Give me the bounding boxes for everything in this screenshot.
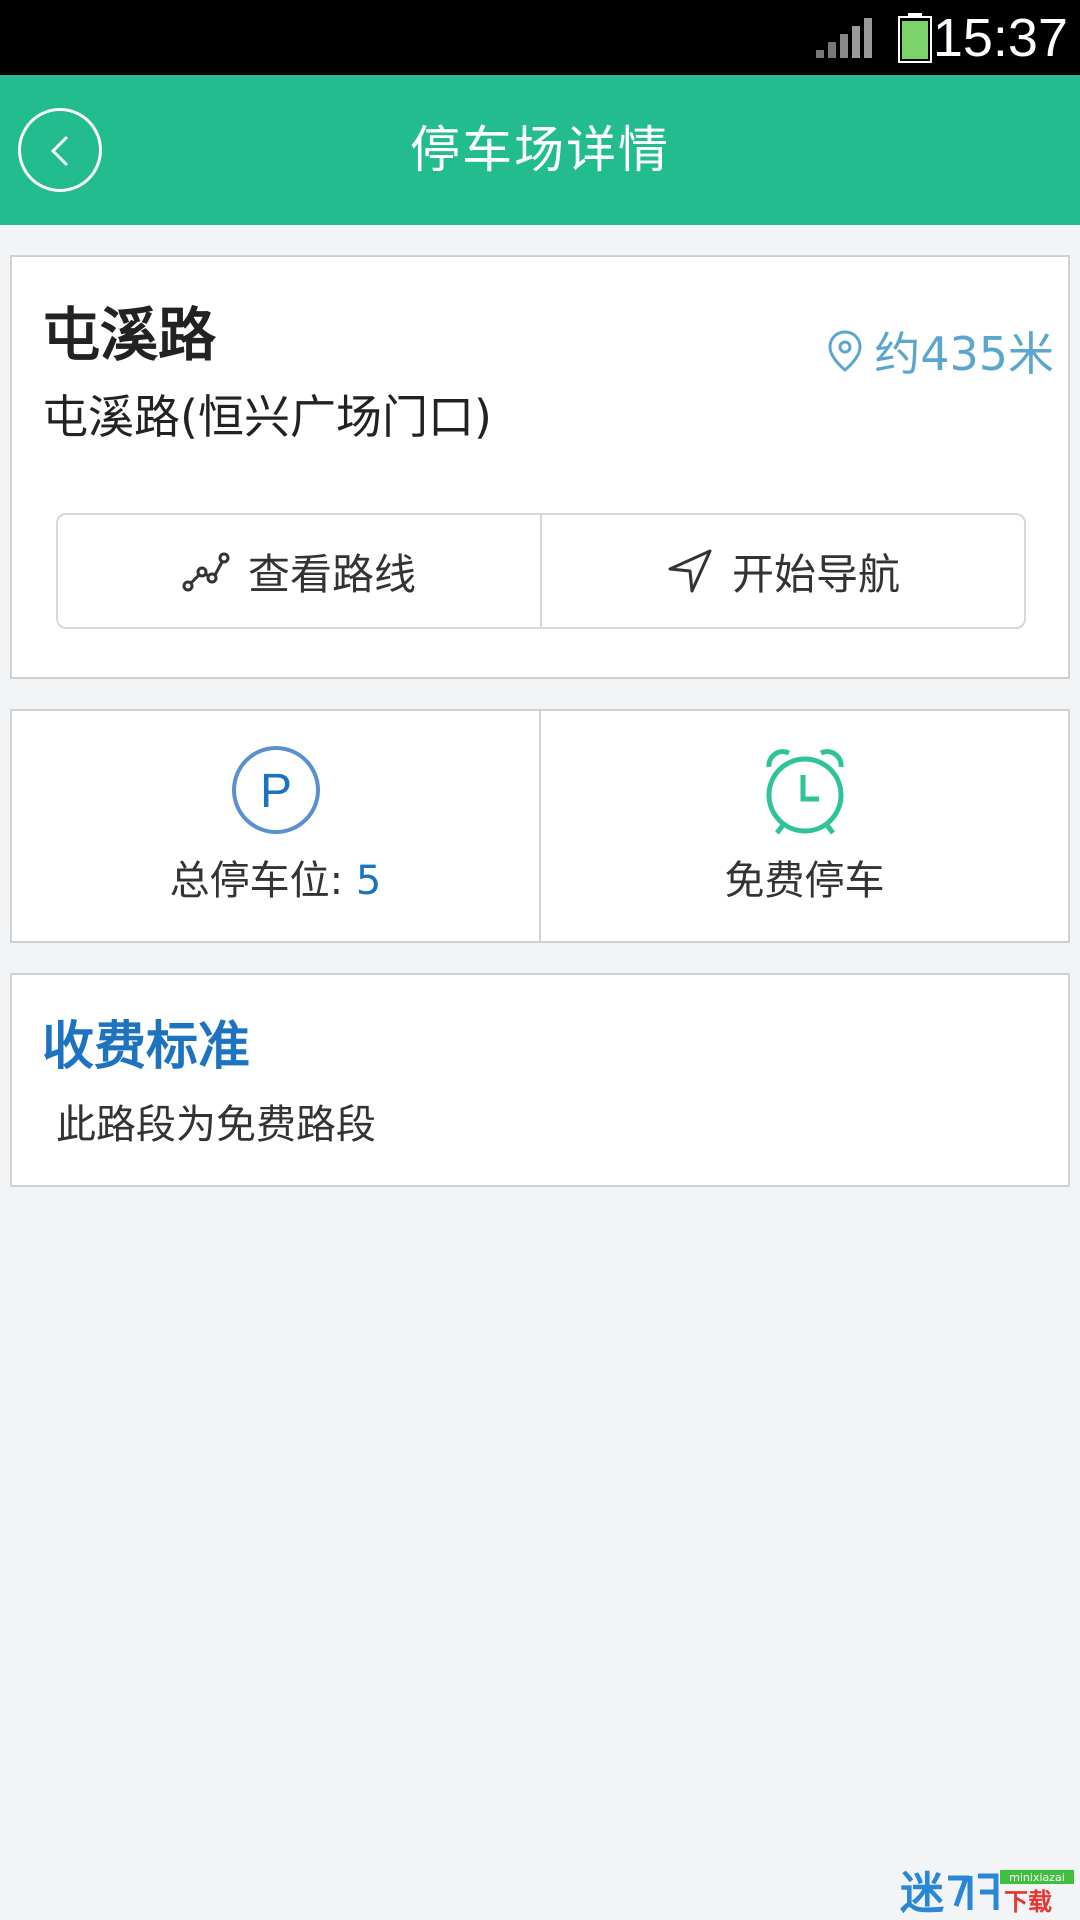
page-title: 停车场详情 [410, 121, 670, 179]
start-navigation-button[interactable]: 开始导航 [542, 515, 1024, 627]
parking-icon-letter: P [259, 765, 291, 818]
watermark-logo: 迷 minixiazai 下载 [900, 1868, 1074, 1916]
total-spaces-stat: P 总停车位: 5 [12, 711, 539, 941]
fee-title: 收费标准 [42, 1017, 251, 1077]
parking-info-card: 屯溪路 屯溪路(恒兴广场门口) 约435米 查看路线 开始导航 [10, 255, 1070, 679]
parking-stats-card: P 总停车位: 5 免费停车 [10, 709, 1070, 943]
app-bar: 停车场详情 [0, 75, 1080, 225]
svg-text:下载: 下载 [1004, 1888, 1052, 1916]
view-route-label: 查看路线 [247, 549, 416, 599]
distance-badge: 约435米 [828, 319, 1054, 383]
start-navigation-label: 开始导航 [731, 549, 900, 599]
battery-icon [898, 13, 932, 63]
alarm-clock-icon [765, 749, 844, 835]
status-bar: 15:37 [0, 0, 1080, 75]
view-route-button[interactable]: 查看路线 [58, 515, 540, 627]
parking-lot-name: 屯溪路 [42, 301, 217, 369]
action-buttons: 查看路线 开始导航 [56, 513, 1026, 629]
signal-icon [816, 18, 872, 58]
fee-standard-card: 收费标准 此路段为免费路段 [10, 973, 1070, 1187]
free-parking-stat: 免费停车 [541, 711, 1068, 941]
svg-text:minixiazai: minixiazai [1009, 1871, 1065, 1884]
clock: 15:37 [932, 8, 1068, 68]
parking-lot-address: 屯溪路(恒兴广场门口) [42, 390, 492, 444]
free-parking-label: 免费停车 [724, 858, 885, 904]
total-spaces-label: 总停车位: 5 [169, 858, 382, 904]
parking-icon: P [231, 746, 320, 834]
distance-text: 约435米 [874, 327, 1054, 381]
total-spaces-value: 5 [355, 858, 382, 904]
navigation-arrow-icon [668, 549, 712, 593]
route-icon [182, 552, 230, 592]
location-pin-icon [828, 330, 862, 372]
svg-text:迷: 迷 [900, 1868, 945, 1916]
fee-description: 此路段为免费路段 [56, 1102, 376, 1148]
